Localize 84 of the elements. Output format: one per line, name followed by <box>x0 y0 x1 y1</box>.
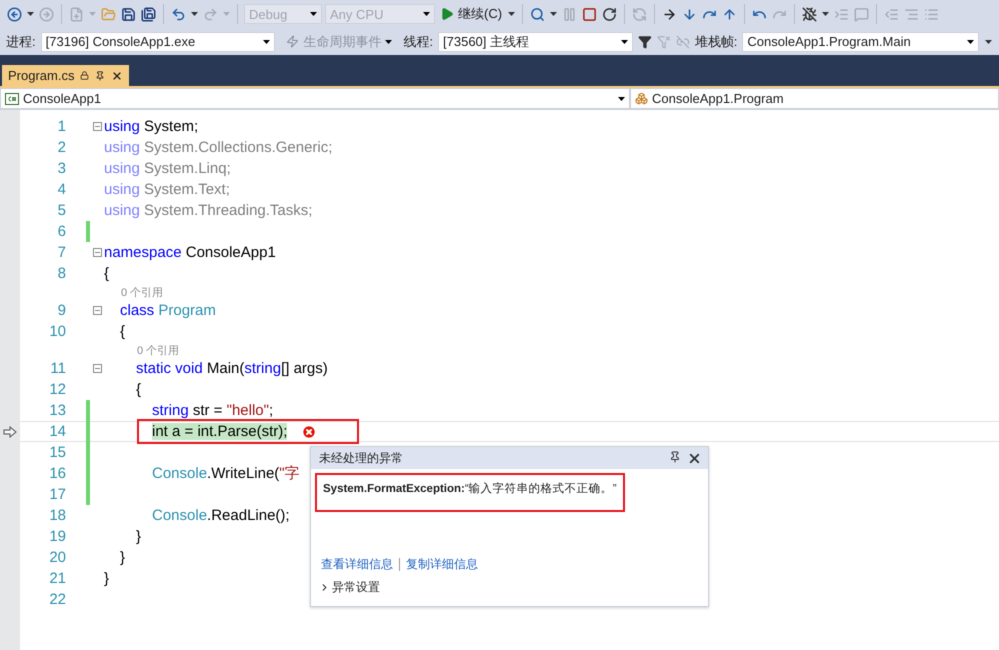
undo-icon[interactable] <box>170 6 187 22</box>
line-number: 1 <box>56 118 66 135</box>
code-line: using System.Collections.Generic; <box>104 139 332 156</box>
filter-icon[interactable] <box>638 34 652 48</box>
code-line: using System.Linq; <box>104 160 231 177</box>
code-line: { <box>104 265 110 282</box>
collapse-toggle[interactable] <box>92 248 102 257</box>
type-dropdown[interactable]: ConsoleApp1.Program <box>630 88 999 109</box>
line-number: 4 <box>56 181 66 198</box>
exception-message: System.FormatException:“输入字符串的格式不正确。” <box>323 483 617 495</box>
line-number: 11 <box>49 360 66 377</box>
line-number: 2 <box>56 139 66 156</box>
collapse-toggle[interactable] <box>92 306 102 315</box>
code-line: } <box>136 528 142 545</box>
code-line: Console.WriteLine("字 <box>152 464 300 483</box>
popup-title: 未经处理的异常 <box>319 450 403 466</box>
line-number: 12 <box>48 381 66 398</box>
restart-icon[interactable] <box>601 6 618 22</box>
collapse-toggle[interactable] <box>92 122 102 131</box>
stop-icon[interactable] <box>581 6 598 22</box>
line-number: 19 <box>48 528 66 545</box>
process-dropdown[interactable]: [73196] ConsoleApp1.exe <box>40 32 276 52</box>
line-number: 6 <box>56 223 66 240</box>
exception-settings-toggle[interactable]: 异常设置 <box>311 573 388 606</box>
line-number: 8 <box>56 265 66 282</box>
dropdown-arrow-icon <box>263 40 270 44</box>
line-number: 20 <box>48 549 66 566</box>
line-number: 3 <box>56 160 66 177</box>
code-line: } <box>120 549 126 566</box>
continue-button[interactable]: 继续(C) <box>438 5 504 23</box>
exception-arrow-icon <box>3 426 17 438</box>
thread-label: 线程: <box>403 32 434 50</box>
line-number: 10 <box>48 323 66 340</box>
code-line: class Program <box>120 302 216 319</box>
details-link[interactable]: 复制详细信息 <box>406 556 478 573</box>
close-icon[interactable] <box>111 70 124 82</box>
code-line: string str = "hello"; <box>152 402 274 419</box>
line-number: 22 <box>48 591 66 608</box>
document-tab[interactable]: Program.cs <box>2 65 130 86</box>
dropdown-arrow-icon <box>967 40 974 44</box>
save-all-icon[interactable] <box>140 6 157 22</box>
line-number: 18 <box>48 507 66 524</box>
project-dropdown[interactable]: ConsoleApp1 <box>0 88 630 109</box>
search-icon[interactable] <box>529 6 546 22</box>
line-number: 9 <box>56 302 66 319</box>
code-line: namespace ConsoleApp1 <box>104 244 276 261</box>
line-number: 15 <box>48 444 66 461</box>
code-line: static void Main(string[] args) <box>136 360 328 377</box>
code-line: using System; <box>104 118 198 135</box>
dropdown-arrow-icon <box>310 12 317 16</box>
thread-dropdown[interactable]: [73560] 主线程 <box>438 32 634 52</box>
dropdown-arrow-icon <box>618 96 625 100</box>
line-number: 14 <box>48 423 66 440</box>
collapse-toggle[interactable] <box>92 364 102 373</box>
save-icon[interactable] <box>120 6 137 22</box>
stack-frame-dropdown[interactable]: ConsoleApp1.Program.Main <box>742 32 980 52</box>
dropdown-arrow-icon <box>385 40 392 44</box>
csharp-file-icon <box>5 92 19 104</box>
code-line: using System.Text; <box>104 181 230 198</box>
line-number: 16 <box>48 465 66 482</box>
stack-frame-label: 堆栈帧: <box>694 32 738 50</box>
back-icon[interactable] <box>6 6 23 22</box>
dropdown-arrow-icon <box>423 12 430 16</box>
code-line: } <box>104 570 110 587</box>
line-number: 13 <box>48 402 66 419</box>
play-icon <box>440 7 454 21</box>
line-number: 21 <box>48 570 66 587</box>
details-link[interactable]: 查看详细信息 <box>321 556 393 573</box>
error-icon <box>301 424 318 440</box>
code-line: { <box>120 323 126 340</box>
dropdown-arrow-icon <box>621 40 628 44</box>
line-number: 5 <box>56 202 66 219</box>
lock-icon <box>80 71 90 80</box>
code-line: Console.ReadLine(); <box>152 507 290 524</box>
line-number: 7 <box>56 244 66 261</box>
crossed-bug-icon[interactable] <box>801 6 818 22</box>
code-line: { <box>136 381 142 398</box>
pin-icon[interactable] <box>95 70 106 80</box>
class-icon <box>635 92 648 105</box>
code-line: using System.Threading.Tasks; <box>104 202 312 219</box>
lightning-icon <box>286 35 300 48</box>
line-number: 17 <box>48 486 66 503</box>
pin-icon[interactable] <box>669 450 681 462</box>
process-label: 进程: <box>6 32 36 50</box>
